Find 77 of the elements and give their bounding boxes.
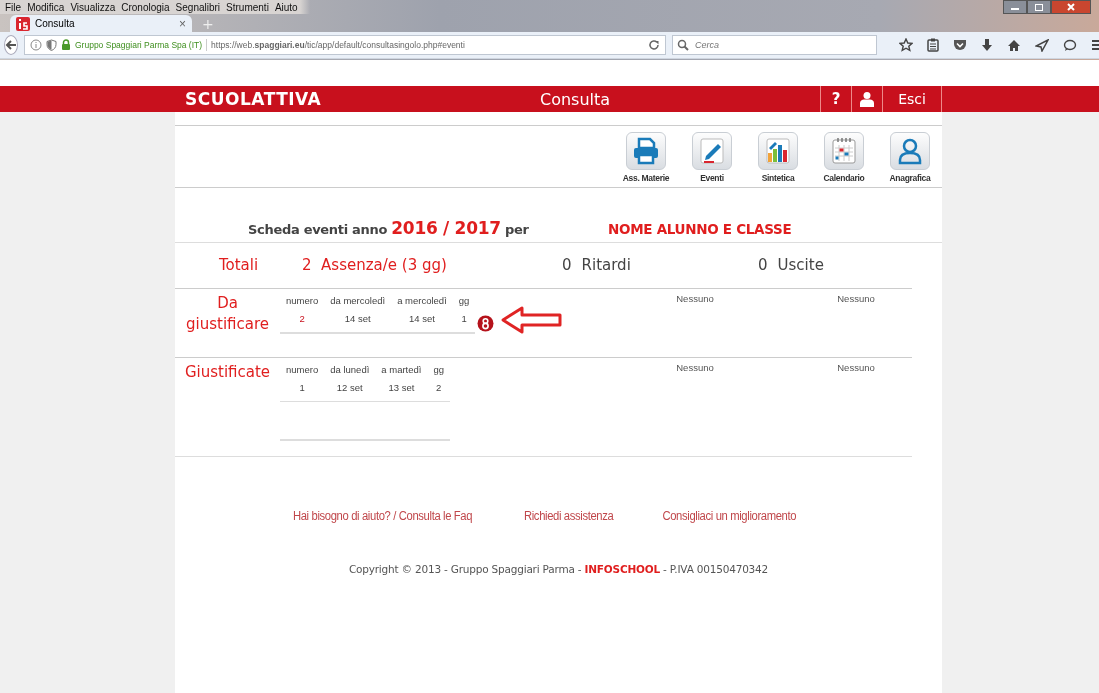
footer-link[interactable]: Hai bisogno di aiuto? / Consulta le Faq	[292, 509, 473, 523]
search-icon	[677, 39, 689, 51]
table-cell: 12 set	[324, 377, 376, 402]
search-input[interactable]: Cerca	[693, 39, 857, 51]
row-label: Totali	[218, 256, 259, 274]
menu-item[interactable]: Cronologia	[121, 1, 170, 13]
pocket-icon[interactable]	[953, 39, 967, 51]
delays-value: Nessuno	[675, 293, 715, 304]
close-icon	[1066, 3, 1076, 11]
logo[interactable]: SCUOLATTIVA	[185, 89, 535, 109]
url-text[interactable]: https://web.spaggiari.eu/tic/app/default/consultasingolo.php#eventi	[211, 40, 465, 50]
search-field[interactable]: Cerca	[672, 35, 877, 55]
arrow-drawing	[500, 305, 565, 335]
column-header: gg	[432, 363, 446, 377]
exits-count: 0	[758, 256, 768, 274]
star-icon[interactable]	[899, 38, 913, 52]
back-arrow-icon	[5, 39, 17, 51]
column-header: a martedì	[380, 363, 423, 377]
bar-chart-icon	[763, 136, 793, 166]
site-logo-icon	[16, 16, 30, 31]
tab-close-button[interactable]: ×	[179, 16, 186, 31]
delays-count: 0	[562, 256, 572, 274]
tab-title: Consulta	[35, 18, 76, 29]
copyright-text: Copyright © 2013 - Gruppo Spaggiari Parma - INFOSCHOOL - P.IVA 00150470342	[347, 563, 770, 575]
menu-item[interactable]: Strumenti	[226, 1, 269, 13]
back-button[interactable]	[4, 35, 18, 55]
column-header: da mercoledì	[329, 294, 387, 308]
printer-icon	[631, 136, 661, 166]
lock-icon	[61, 39, 71, 51]
menu-item[interactable]: Visualizza	[70, 1, 116, 13]
menu-item[interactable]: File	[5, 1, 22, 13]
table-cell: 13 set	[375, 377, 428, 402]
absences-total: 2 Assenza/e (3 gg)	[302, 256, 448, 274]
table-cell: 1	[452, 308, 476, 333]
table-cell: 2	[280, 308, 325, 333]
menu-item[interactable]: Modifica	[27, 1, 65, 13]
maximize-button[interactable]	[1027, 0, 1051, 14]
exits-value: Nessuno	[836, 362, 876, 373]
column-header: gg	[457, 294, 471, 308]
delays-value: Nessuno	[675, 362, 715, 373]
column-header: numero	[285, 363, 320, 377]
reload-icon[interactable]	[648, 39, 660, 51]
justify-badge-icon[interactable]	[477, 315, 495, 332]
download-icon[interactable]	[981, 38, 993, 52]
heading-text: Scheda eventi anno 2016 / 2017 per	[248, 218, 530, 238]
site-identity[interactable]: Gruppo Spaggiari Parma Spa (IT)	[75, 40, 203, 50]
table-cell: 1	[280, 377, 325, 402]
minimize-button[interactable]	[1003, 0, 1027, 14]
pen-icon	[697, 136, 727, 166]
table-cell: 14 set	[324, 308, 392, 333]
user-icon[interactable]	[859, 91, 875, 107]
shield-icon[interactable]	[46, 39, 57, 51]
calendar-icon	[829, 136, 859, 166]
footer-link[interactable]: Richiedi assistenza	[524, 509, 614, 523]
maximize-icon	[1034, 3, 1044, 11]
menu-item[interactable]: Segnalibri	[175, 1, 221, 13]
browser-tab[interactable]: Consulta ×	[10, 15, 192, 32]
column-header: a mercoledì	[396, 294, 448, 308]
table-cell: 2	[427, 377, 451, 402]
close-button[interactable]	[1051, 0, 1091, 14]
row-label: Giustificate	[183, 362, 272, 383]
exits-label: Uscite	[777, 256, 824, 274]
chat-bubble-icon[interactable]	[1063, 38, 1077, 52]
footer-link[interactable]: Consigliaci un miglioramento	[662, 509, 797, 523]
home-icon[interactable]	[1007, 38, 1021, 52]
exits-value: Nessuno	[836, 293, 876, 304]
clipboard-icon[interactable]	[927, 38, 939, 52]
menu-item[interactable]: Aiuto	[274, 1, 298, 13]
table-cell: 14 set	[391, 308, 453, 333]
student-name: NOME ALUNNO E CLASSE	[608, 221, 792, 237]
column-header: numero	[285, 294, 320, 308]
paper-plane-icon[interactable]	[1035, 38, 1049, 52]
column-header: da lunedì	[329, 363, 371, 377]
delays-label: Ritardi	[581, 256, 631, 274]
row-label: Da giustificare	[185, 293, 270, 335]
address-bar[interactable]: Gruppo Spaggiari Parma Spa (IT) https://web.spaggiari.eu/tic/app/default/consultasingolo.php#eventi	[24, 35, 666, 55]
page-title: Consulta	[539, 89, 612, 109]
